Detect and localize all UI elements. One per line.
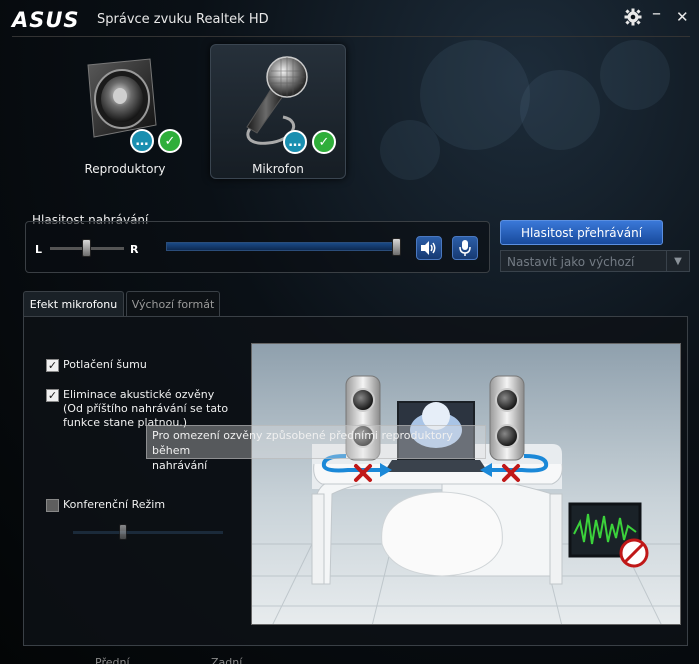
echo-cancellation-note: (Od příštího nahrávání se tato	[63, 402, 229, 415]
echo-cancellation-line: Eliminace akustické ozvěny	[63, 388, 215, 401]
minimize-button[interactable]: –	[652, 5, 661, 23]
device-microphone[interactable]: … ✓ Mikrofon	[210, 44, 346, 179]
front-label: Přední	[95, 656, 130, 664]
asus-logo: ASUS	[12, 8, 80, 32]
conference-slider-thumb[interactable]	[118, 524, 127, 540]
recording-volume-slider-track[interactable]	[166, 242, 398, 251]
tab-default-format[interactable]: Výchozí formát	[126, 291, 220, 317]
device-label: Mikrofon	[252, 162, 304, 176]
echo-cancellation-illustration	[251, 343, 681, 625]
tooltip-text: Pro omezení ozvěny způsobené předními re…	[152, 429, 453, 457]
speaker-mute-button[interactable]	[416, 236, 442, 260]
balance-right-label: R	[130, 243, 139, 256]
chat-badge-icon: …	[283, 130, 307, 154]
microphone-small-icon	[459, 240, 471, 256]
noise-suppression-label: Potlačení šumu	[63, 358, 147, 371]
echo-cancellation-label: Eliminace akustické ozvěny (Od příštího …	[63, 388, 228, 430]
balance-slider-thumb[interactable]	[82, 239, 91, 257]
gear-icon[interactable]	[624, 8, 642, 30]
chevron-down-icon[interactable]: ▼	[666, 251, 689, 271]
conference-mode-label: Konferenční Režim	[63, 498, 166, 511]
app-window: ASUS Správce zvuku Realtek HD – ✕ … ✓ Re…	[0, 0, 699, 664]
set-default-select[interactable]: Nastavit jako výchozí ▼	[500, 250, 690, 272]
window-title: Správce zvuku Realtek HD	[97, 12, 269, 27]
title-divider	[12, 36, 690, 37]
chat-badge-icon: …	[130, 129, 154, 153]
balance-left-label: L	[35, 243, 43, 256]
bokeh-decoration	[600, 40, 670, 110]
tooltip-text: nahrávání	[152, 459, 208, 472]
noise-suppression-checkbox[interactable]: ✓	[46, 359, 59, 372]
microphone-boost-button[interactable]	[452, 236, 478, 260]
tab-microphone-effects[interactable]: Efekt mikrofonu	[23, 291, 124, 317]
echo-cancellation-checkbox[interactable]: ✓	[46, 389, 59, 402]
bokeh-decoration	[380, 120, 440, 180]
microphone-icon	[246, 56, 308, 145]
set-default-select-value: Nastavit jako výchozí	[507, 255, 635, 269]
recording-volume-slider-thumb[interactable]	[392, 238, 401, 256]
check-badge-icon: ✓	[158, 129, 182, 153]
echo-cancellation-tooltip: Pro omezení ozvěny způsobené předními re…	[146, 425, 486, 472]
speaker-volume-icon	[421, 241, 436, 255]
close-button[interactable]: ✕	[676, 8, 689, 26]
device-label: Reproduktory	[84, 162, 166, 176]
rear-label: Zadní	[211, 656, 243, 664]
title-bar: ASUS Správce zvuku Realtek HD – ✕	[0, 0, 699, 36]
bokeh-decoration	[520, 70, 600, 150]
conference-mode-checkbox[interactable]	[46, 499, 59, 512]
conference-slider-track[interactable]	[73, 531, 223, 534]
check-badge-icon: ✓	[312, 130, 336, 154]
playback-volume-button[interactable]: Hlasitost přehrávání	[500, 220, 663, 245]
device-speakers[interactable]: … ✓ Reproduktory	[60, 45, 190, 180]
desk-speakers-illustration	[252, 344, 680, 624]
bokeh-decoration	[420, 40, 530, 150]
